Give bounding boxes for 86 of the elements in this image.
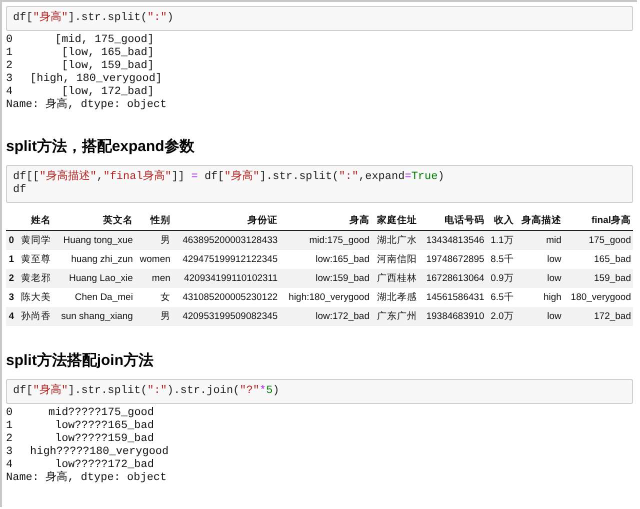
output-value: mid?????175_good bbox=[47, 407, 154, 420]
table-cell: 6.5千 bbox=[486, 288, 516, 307]
code-cell[interactable]: df["身高"].str.split(":") bbox=[6, 6, 633, 31]
code-cell[interactable]: df["身高"].str.split(":").str.join("?"*5) bbox=[6, 379, 633, 404]
table-cell: men bbox=[134, 269, 172, 288]
table-cell: Chen Da_mei bbox=[52, 288, 135, 307]
output-index: 2 bbox=[6, 433, 14, 446]
table-cell: low bbox=[516, 269, 564, 288]
row-index: 1 bbox=[6, 250, 16, 269]
table-cell: low:165_bad bbox=[280, 250, 372, 269]
output-value: low?????172_bad bbox=[54, 459, 154, 471]
table-cell: 黄同学 bbox=[16, 230, 53, 250]
table-cell: 8.5千 bbox=[486, 250, 516, 269]
table-cell: 175_good bbox=[563, 230, 633, 250]
output-value: high?????180_verygood bbox=[30, 446, 169, 459]
table-cell: 16728613064 bbox=[419, 269, 486, 288]
table-cell: 13434813546 bbox=[419, 230, 486, 250]
table-cell: 广东广州 bbox=[371, 307, 420, 326]
table-cell: sun shang_xiang bbox=[52, 307, 135, 326]
table-cell: mid bbox=[516, 230, 564, 250]
table-cell: low bbox=[516, 307, 564, 326]
table-cell: 陈大美 bbox=[16, 288, 53, 307]
output-index: 3 bbox=[6, 73, 14, 86]
output-value: [high, 180_verygood] bbox=[30, 73, 162, 86]
output-footer: Name: 身高, dtype: object bbox=[6, 99, 167, 112]
table-cell: 180_verygood bbox=[563, 288, 633, 307]
code-line: df bbox=[13, 184, 26, 197]
table-cell: 1.1万 bbox=[486, 230, 516, 250]
table-cell: 女 bbox=[134, 288, 172, 307]
output-value: [mid, 175_good] bbox=[54, 34, 154, 47]
table-cell: 420934199110102311 bbox=[172, 269, 280, 288]
output-index: 1 bbox=[6, 47, 14, 60]
table-cell: 男 bbox=[134, 307, 172, 326]
table-cell: Huang tong_xue bbox=[52, 230, 135, 250]
table-cell: 广西桂林 bbox=[371, 269, 420, 288]
table-cell: low:172_bad bbox=[280, 307, 372, 326]
table-cell: women bbox=[134, 250, 172, 269]
table-cell: 19748672895 bbox=[419, 250, 486, 269]
table-cell: 黄至尊 bbox=[16, 250, 53, 269]
table-cell: 431085200005230122 bbox=[172, 288, 280, 307]
section-heading: split方法，搭配expand参数 bbox=[6, 138, 194, 156]
row-index: 4 bbox=[6, 307, 16, 326]
output-footer: Name: 身高, dtype: object bbox=[6, 472, 167, 485]
table-cell: mid:175_good bbox=[280, 230, 372, 250]
output-index: 0 bbox=[6, 34, 14, 47]
table-cell: 男 bbox=[134, 230, 172, 250]
output-value: low?????165_bad bbox=[54, 420, 154, 433]
table-cell: 463895200003128433 bbox=[172, 230, 280, 250]
table-cell: 420953199509082345 bbox=[172, 307, 280, 326]
output-value: [low, 172_bad] bbox=[62, 86, 154, 98]
output-value: low?????159_bad bbox=[54, 433, 154, 446]
table-cell: 0.9万 bbox=[486, 269, 516, 288]
table-cell: 黄老邪 bbox=[16, 269, 53, 288]
table-cell: low bbox=[516, 250, 564, 269]
row-index: 0 bbox=[6, 230, 16, 250]
row-index: 3 bbox=[6, 288, 16, 307]
output-value: [low, 165_bad] bbox=[60, 47, 154, 60]
section-heading: split方法搭配join方法 bbox=[6, 352, 154, 370]
code-cell[interactable]: df[["身高描述","final身高"]] = df["身高"].str.split(":",expand=True) df bbox=[6, 165, 633, 203]
table-cell: low:159_bad bbox=[280, 269, 372, 288]
table-cell: 19384683910 bbox=[419, 307, 486, 326]
table-cell: huang zhi_zun bbox=[52, 250, 135, 269]
table-cell: Huang Lao_xie bbox=[52, 269, 135, 288]
output-index: 4 bbox=[6, 459, 14, 472]
output-index: 2 bbox=[6, 60, 14, 73]
output-index: 1 bbox=[6, 420, 14, 433]
table-cell: 2.0万 bbox=[486, 307, 516, 326]
code-line: df["身高"].str.split(":") bbox=[13, 12, 174, 25]
table-cell: 孙尚香 bbox=[16, 307, 53, 326]
table-cell: 159_bad bbox=[563, 269, 633, 288]
table-cell: 14561586431 bbox=[419, 288, 486, 307]
table-cell: 172_bad bbox=[563, 307, 633, 326]
table-cell: 165_bad bbox=[563, 250, 633, 269]
table-cell: high:180_verygood bbox=[280, 288, 372, 307]
code-line: df["身高"].str.split(":").str.join("?"*5) bbox=[13, 385, 280, 398]
table-cell: 河南信阳 bbox=[371, 250, 420, 269]
row-index: 2 bbox=[6, 269, 16, 288]
table-cell: 湖北广水 bbox=[371, 230, 420, 250]
table-cell: high bbox=[516, 288, 564, 307]
table-cell: 湖北孝感 bbox=[371, 288, 420, 307]
output-index: 0 bbox=[6, 407, 14, 420]
output-index: 4 bbox=[6, 86, 14, 99]
output-value: [low, 159_bad] bbox=[60, 60, 154, 73]
output-index: 3 bbox=[6, 446, 14, 459]
code-line: df[["身高描述","final身高"]] = df["身高"].str.split(":",expand=True) bbox=[13, 171, 444, 184]
table-cell: 429475199912122345 bbox=[172, 250, 280, 269]
